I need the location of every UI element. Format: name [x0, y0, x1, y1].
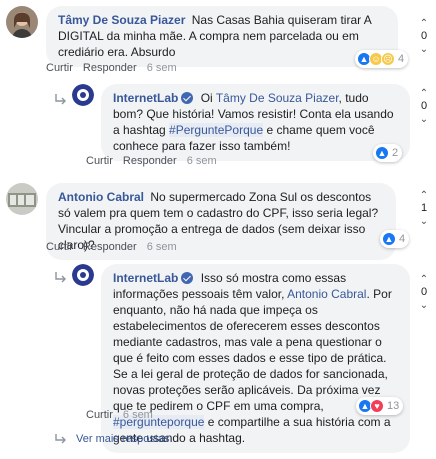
avatar[interactable] — [72, 264, 94, 286]
upvote-icon[interactable]: ⌃ — [420, 274, 428, 285]
avatar[interactable] — [6, 183, 38, 215]
thumbs-up-icon: ▲ — [375, 146, 389, 160]
reaction-summary[interactable]: ▲ ♥ 13 — [356, 397, 404, 415]
reply-link[interactable]: Responder — [83, 62, 137, 74]
avatar[interactable] — [6, 6, 38, 38]
comment-author[interactable]: InternetLab — [113, 271, 178, 285]
heart-icon: ♥ — [370, 399, 384, 413]
like-link[interactable]: Curtir — [46, 241, 73, 253]
reaction-count: 4 — [399, 233, 406, 245]
upvote-icon[interactable]: ⌃ — [420, 88, 428, 99]
comment-actions: Curtir Responder 6 sem — [46, 241, 177, 253]
reaction-summary[interactable]: ▲ 4 — [380, 230, 410, 248]
comment-actions: Curtir 6 sem — [86, 409, 153, 421]
like-link[interactable]: Curtir — [86, 409, 113, 421]
vote-control: ⌃ 0 ⌄ — [418, 274, 430, 311]
verified-badge-icon — [181, 92, 194, 104]
upvote-icon[interactable]: ⌃ — [420, 190, 428, 201]
vote-count: 0 — [420, 30, 428, 42]
view-more-replies[interactable]: Ver mais respostas — [54, 433, 170, 445]
comment-actions: Curtir Responder 6 sem — [86, 155, 217, 167]
vote-count: 0 — [420, 100, 428, 112]
like-link[interactable]: Curtir — [86, 155, 113, 167]
reply-arrow-icon — [55, 434, 66, 444]
timestamp[interactable]: 6 sem — [123, 409, 153, 421]
reply-link[interactable]: Responder — [123, 155, 177, 167]
downvote-icon[interactable]: ⌄ — [420, 300, 428, 311]
reply-internetlab-2: InternetLab Isso só mostra como essas in… — [72, 264, 410, 453]
comment-bubble: InternetLab Oi Tâmy De Souza Piazer, tud… — [101, 84, 410, 161]
reaction-summary[interactable]: ▲ 2 — [373, 144, 403, 162]
downvote-icon[interactable]: ⌄ — [420, 44, 428, 55]
comment-text: Oi — [200, 91, 216, 105]
upvote-icon[interactable]: ⌃ — [420, 18, 428, 29]
downvote-icon[interactable]: ⌄ — [420, 114, 428, 125]
sad-icon: ☹ — [381, 52, 395, 66]
comment-bubble: InternetLab Isso só mostra como essas in… — [101, 264, 410, 453]
reply-link[interactable]: Responder — [83, 241, 137, 253]
comment-text: . Por enquanto, não há nada que impeça o… — [113, 287, 392, 413]
comment-bubble: Tâmy De Souza Piazer Nas Casas Bahia qui… — [46, 6, 398, 67]
mention-link[interactable]: Tâmy De Souza Piazer — [216, 91, 339, 105]
vote-control: ⌃ 0 ⌄ — [418, 88, 430, 125]
vote-count: 0 — [420, 286, 428, 298]
hashtag-link[interactable]: #PerguntePorque — [169, 123, 264, 137]
verified-badge-icon — [181, 272, 194, 284]
comment-author[interactable]: Tâmy De Souza Piazer — [58, 13, 185, 27]
reaction-count: 13 — [387, 400, 400, 412]
comment-thread: Tâmy De Souza Piazer Nas Casas Bahia qui… — [0, 0, 436, 459]
reaction-count: 2 — [392, 147, 399, 159]
comment-author[interactable]: InternetLab — [113, 91, 178, 105]
avatar[interactable] — [72, 84, 94, 106]
mention-link[interactable]: Antonio Cabral — [287, 287, 366, 301]
timestamp[interactable]: 6 sem — [147, 62, 177, 74]
timestamp[interactable]: 6 sem — [187, 155, 217, 167]
vote-control: ⌃ 0 ⌄ — [418, 18, 430, 55]
downvote-icon[interactable]: ⌄ — [420, 216, 428, 227]
reaction-summary[interactable]: ▲ ☺ ☹ 4 — [355, 50, 409, 68]
reply-arrow-icon — [55, 272, 66, 283]
reply-internetlab-1: InternetLab Oi Tâmy De Souza Piazer, tud… — [72, 84, 410, 161]
comment-author[interactable]: Antonio Cabral — [58, 190, 144, 204]
reply-arrow-icon — [55, 94, 66, 105]
vote-control: ⌃ 1 ⌄ — [418, 190, 430, 227]
view-more-replies-label[interactable]: Ver mais respostas — [76, 433, 170, 445]
thumbs-up-icon: ▲ — [382, 232, 396, 246]
timestamp[interactable]: 6 sem — [147, 241, 177, 253]
like-link[interactable]: Curtir — [46, 62, 73, 74]
vote-count: 1 — [420, 202, 428, 214]
comment-tamy: Tâmy De Souza Piazer Nas Casas Bahia qui… — [6, 6, 398, 67]
reaction-count: 4 — [398, 53, 405, 65]
comment-actions: Curtir Responder 6 sem — [46, 62, 177, 74]
